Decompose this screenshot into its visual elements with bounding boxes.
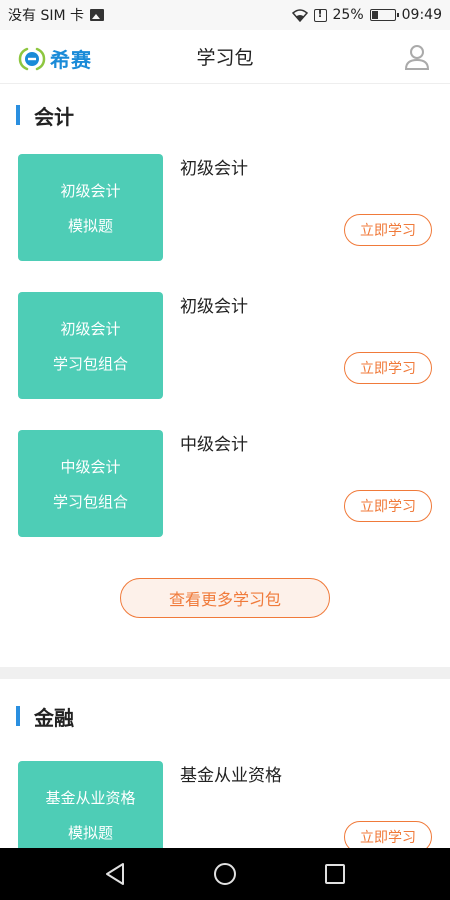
status-left: 没有 SIM 卡 — [8, 5, 104, 25]
thumb-line2: 学习包组合 — [52, 354, 128, 373]
battery-fill — [371, 11, 378, 19]
course-name: 初级会计 — [180, 297, 248, 317]
thumb-line1: 基金从业资格 — [45, 788, 136, 807]
thumb-line2: 学习包组合 — [52, 492, 128, 511]
course-name: 中级会计 — [180, 435, 248, 455]
thumb-line1: 初级会计 — [60, 319, 121, 338]
home-button[interactable] — [205, 854, 245, 894]
content-area[interactable]: 会计 初级会计 模拟题 初级会计 立即学习 初级会计 学习包组合 初级会计 立即… — [0, 84, 450, 848]
system-nav-bar — [0, 848, 450, 900]
course-name: 基金从业资格 — [180, 766, 282, 786]
status-bar: 没有 SIM 卡 ! 25% 09:49 — [0, 0, 450, 30]
battery-icon — [369, 9, 399, 21]
thumb-line2: 模拟题 — [67, 216, 113, 235]
section-divider — [0, 667, 450, 679]
carrier-text: 没有 SIM 卡 — [8, 8, 84, 24]
status-right: ! 25% 09:49 — [291, 7, 442, 23]
more-wrap: 查看更多学习包 — [0, 560, 450, 667]
back-icon — [106, 863, 124, 885]
study-now-button[interactable]: 立即学习 — [344, 490, 432, 522]
recents-button[interactable] — [315, 854, 355, 894]
course-item[interactable]: 初级会计 模拟题 初级会计 立即学习 — [0, 146, 450, 284]
study-now-button[interactable]: 立即学习 — [344, 214, 432, 246]
course-item[interactable]: 初级会计 学习包组合 初级会计 立即学习 — [0, 284, 450, 422]
course-name: 初级会计 — [180, 159, 248, 179]
course-thumbnail[interactable]: 基金从业资格 模拟题 — [18, 761, 163, 848]
section-title: 会计 — [34, 104, 74, 129]
back-button[interactable] — [95, 854, 135, 894]
study-now-button[interactable]: 立即学习 — [344, 352, 432, 384]
clock: 09:49 — [401, 7, 442, 23]
course-thumbnail[interactable]: 初级会计 模拟题 — [18, 154, 163, 261]
thumb-line1: 中级会计 — [60, 457, 121, 476]
study-now-button[interactable]: 立即学习 — [344, 821, 432, 848]
course-thumbnail[interactable]: 中级会计 学习包组合 — [18, 430, 163, 537]
app-header: 希赛 学习包 — [0, 30, 450, 84]
recents-icon — [325, 864, 345, 884]
section-title: 金融 — [34, 705, 74, 730]
user-icon[interactable] — [404, 44, 430, 70]
section-accent-bar — [16, 105, 20, 125]
logo-icon — [18, 47, 46, 70]
battery-percent: 25% — [332, 7, 364, 23]
home-icon — [214, 863, 236, 885]
course-thumbnail[interactable]: 初级会计 学习包组合 — [18, 292, 163, 399]
image-icon — [90, 9, 104, 21]
course-item[interactable]: 中级会计 学习包组合 中级会计 立即学习 — [0, 422, 450, 560]
thumb-line2: 模拟题 — [67, 823, 113, 842]
logo-text: 希赛 — [50, 48, 92, 72]
wifi-icon — [291, 8, 308, 22]
course-item[interactable]: 基金从业资格 模拟题 基金从业资格 立即学习 — [0, 753, 450, 848]
section-finance: 金融 基金从业资格 模拟题 基金从业资格 立即学习 — [0, 679, 450, 848]
view-more-button[interactable]: 查看更多学习包 — [120, 578, 330, 618]
section-accounting: 会计 初级会计 模拟题 初级会计 立即学习 初级会计 学习包组合 初级会计 立即… — [0, 84, 450, 667]
thumb-line1: 初级会计 — [60, 181, 121, 200]
app-logo[interactable]: 希赛 — [18, 44, 92, 73]
page-title: 学习包 — [196, 47, 254, 69]
section-accent-bar — [16, 706, 20, 726]
alert-icon: ! — [313, 8, 327, 22]
section-header: 会计 — [0, 84, 450, 146]
section-header: 金融 — [0, 679, 450, 753]
